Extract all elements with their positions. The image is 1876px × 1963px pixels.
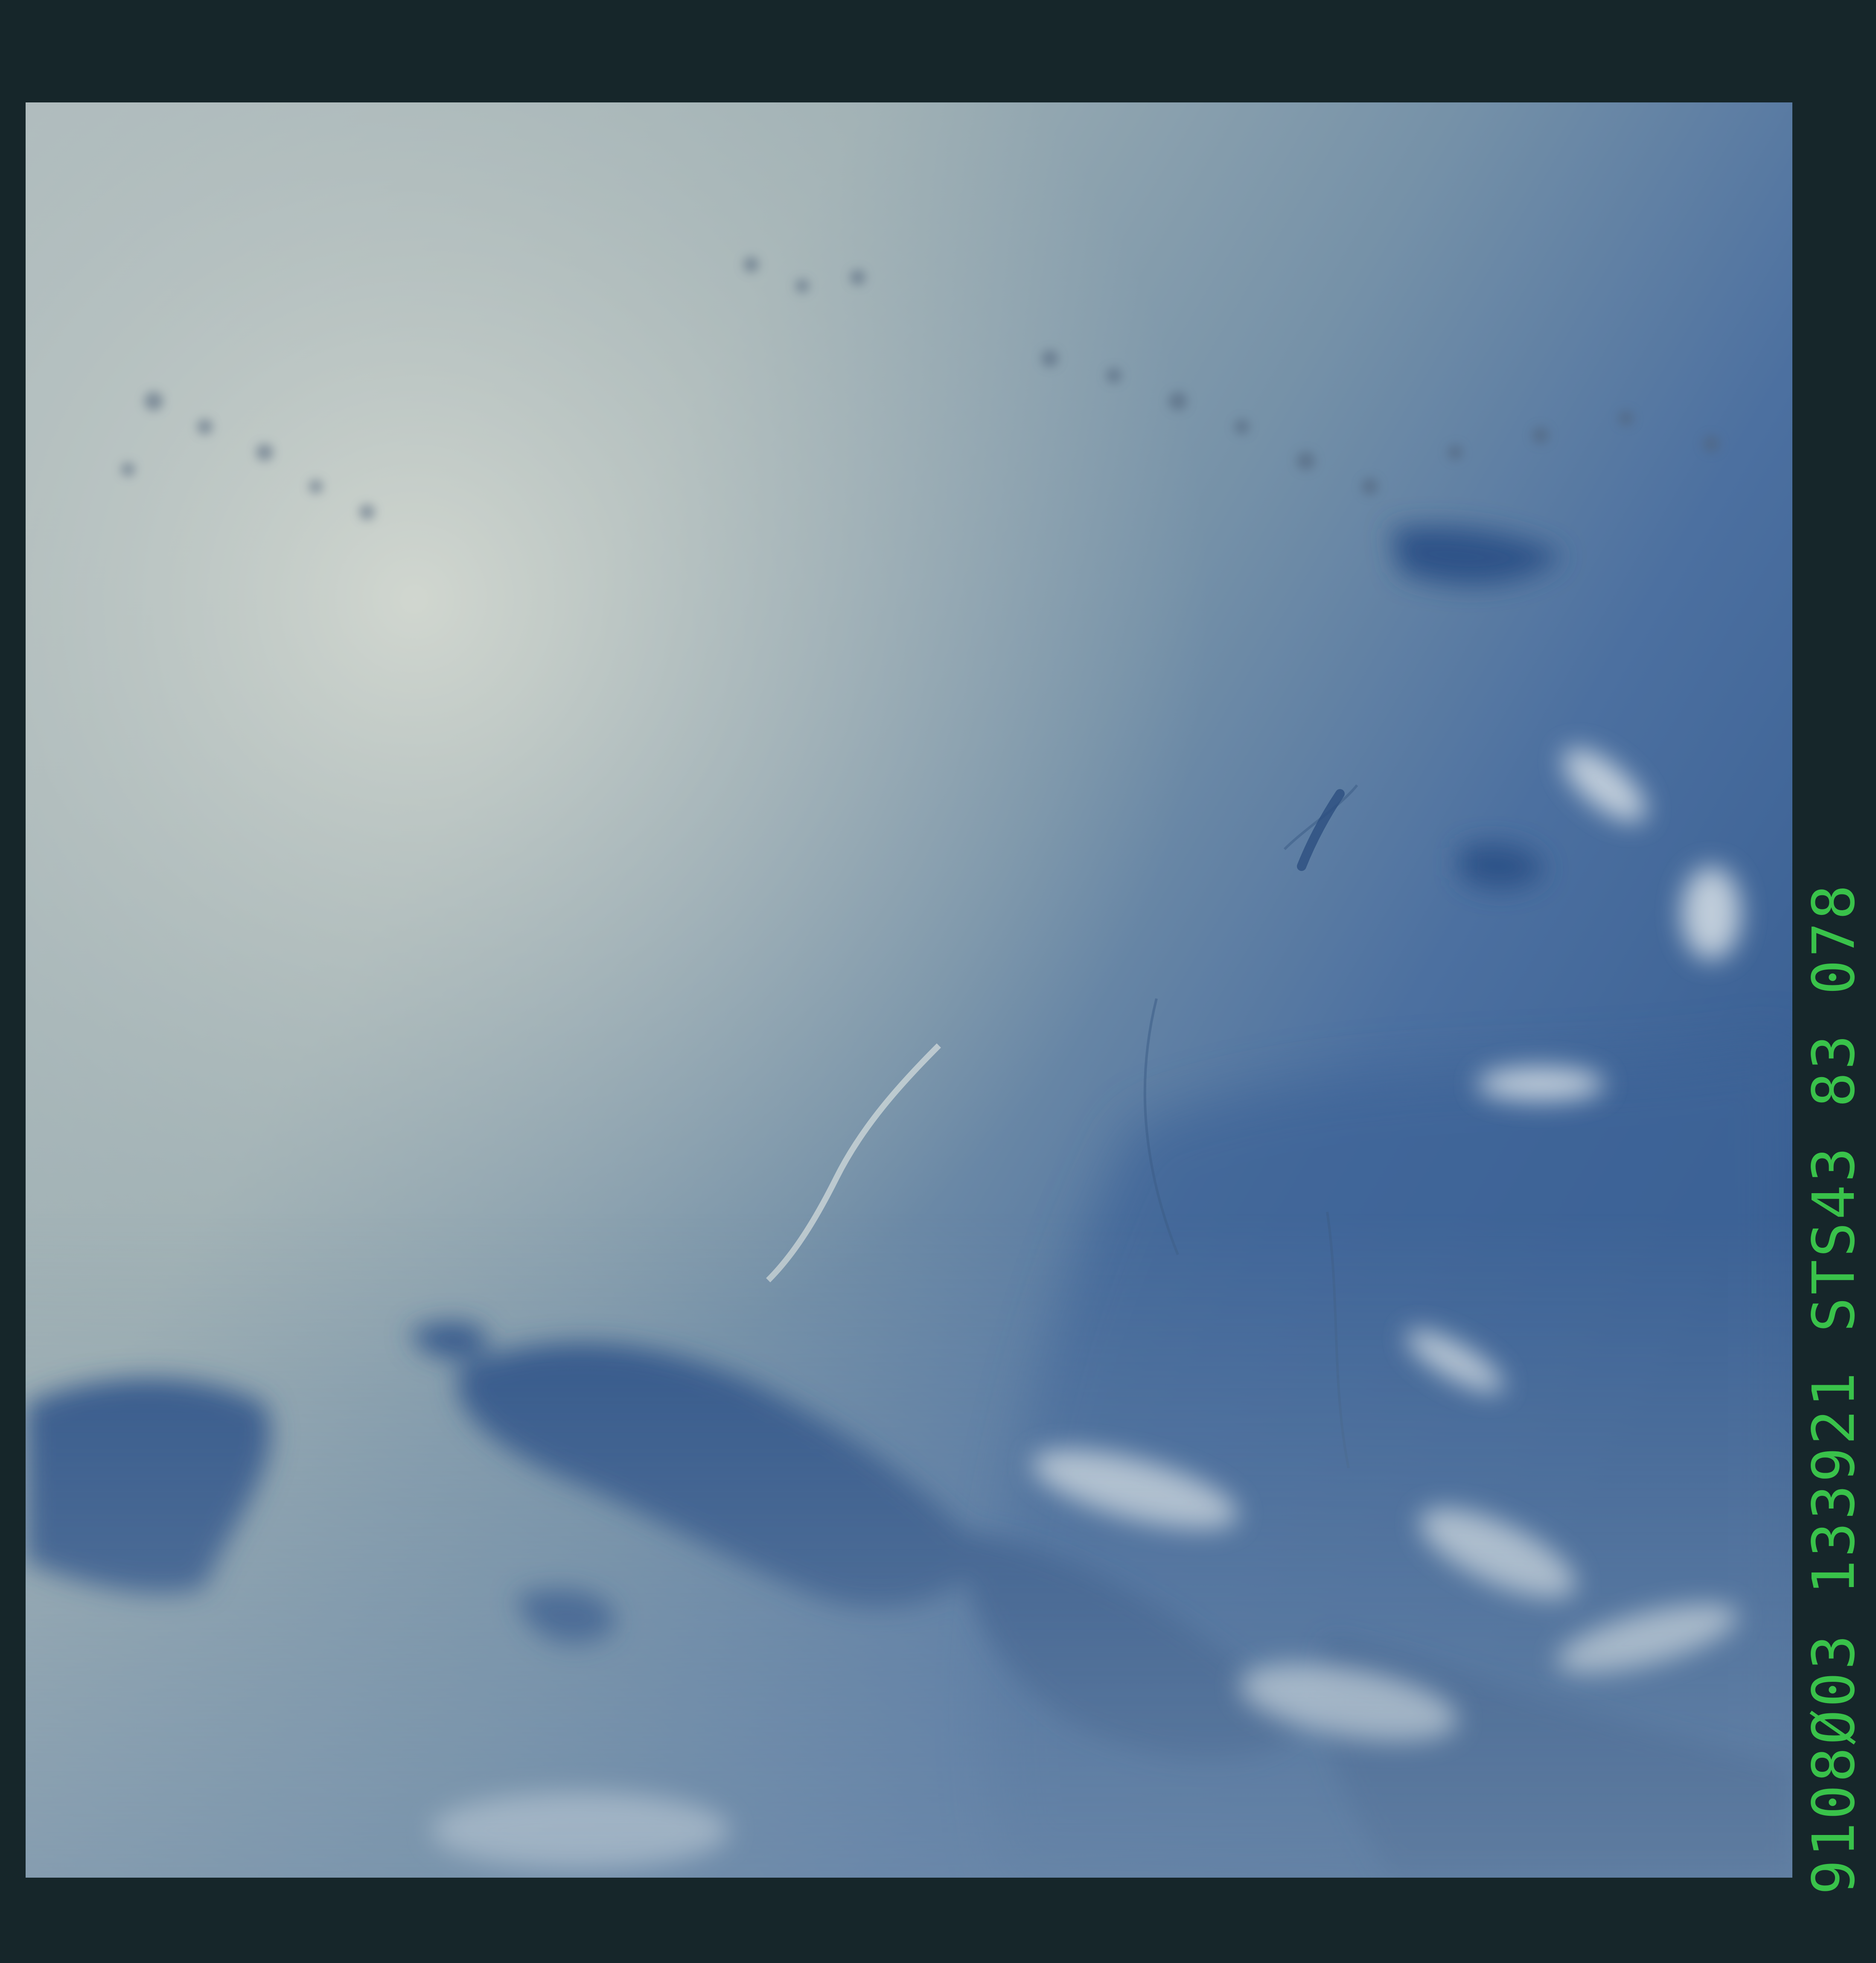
film-code-label: 9108Ø03 133921 STS43 83 078 xyxy=(1800,882,1868,1895)
film-frame: 9108Ø03 133921 STS43 83 078 xyxy=(0,0,1876,1963)
earth-photo xyxy=(26,102,1792,1878)
earth-scene xyxy=(26,102,1792,1878)
